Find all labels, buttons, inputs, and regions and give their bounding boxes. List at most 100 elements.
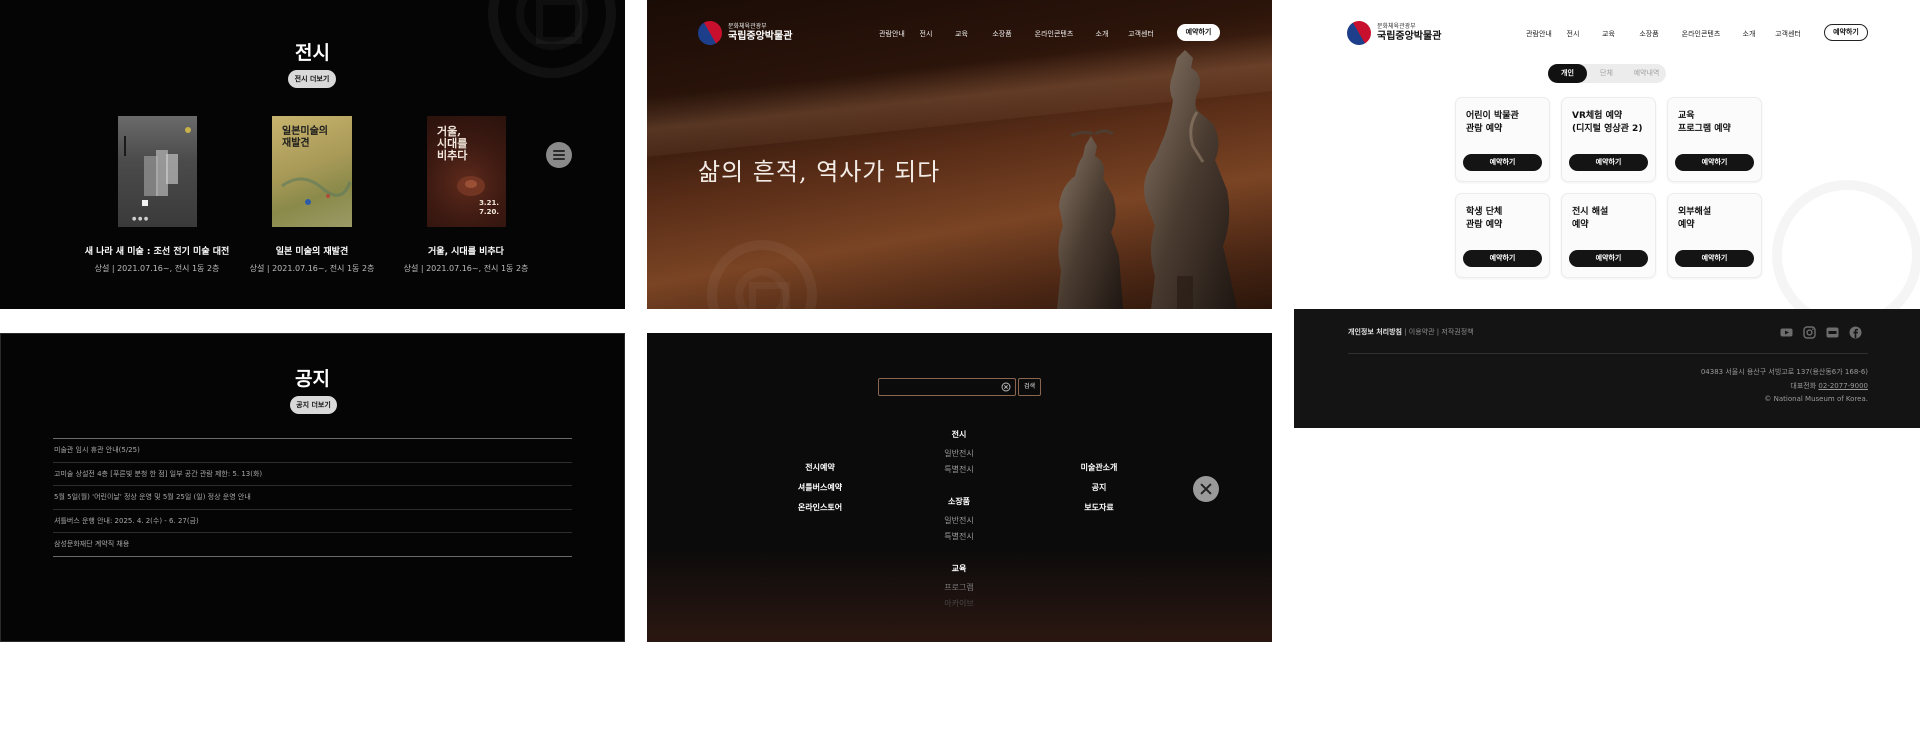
exhibition-item-meta: 상설 | 2021.07.16~, 전시 1동 2층 — [249, 264, 375, 273]
reserve-button[interactable]: 예약하기 — [1177, 24, 1220, 41]
menu-heading-education[interactable]: 교육 — [899, 563, 1019, 574]
menu-subitem[interactable]: 프로그램 — [899, 582, 1019, 593]
phone-link[interactable]: 02-2077-9000 — [1818, 382, 1868, 390]
exhibition-poster[interactable]: ● ● ● — [118, 116, 197, 227]
close-menu-button[interactable] — [1193, 476, 1219, 502]
tab-history[interactable]: 예약내역 — [1627, 64, 1666, 83]
museum-logo-icon — [1342, 16, 1376, 50]
exhibition-item-title[interactable]: 거울, 시대를 비추다 — [391, 244, 541, 257]
logo-ministry: 문화체육관광부 — [1377, 23, 1416, 30]
menu-subitem[interactable]: 일반전시 — [899, 448, 1019, 459]
nav-item[interactable]: 관람안내 — [1518, 29, 1560, 39]
nav-item[interactable]: 고객센터 — [1116, 29, 1166, 39]
reserve-button[interactable]: 예약하기 — [1824, 24, 1868, 41]
notice-item[interactable]: 5월 5일(월) '어린이날' 정상 운영 및 5월 25일 (일) 정상 운영… — [53, 486, 572, 510]
footer-links: 개인정보 처리방침 | 이용약관 | 저작권정책 — [1348, 327, 1474, 337]
privacy-link[interactable]: 개인정보 처리방침 — [1348, 328, 1402, 336]
nav-item[interactable]: 교육 — [939, 29, 984, 39]
footer-address: 04383 서울시 용산구 서빙고로 137(용산동6가 168-6) — [1700, 368, 1868, 376]
nav-item[interactable]: 소장품 — [1631, 29, 1667, 39]
search-button[interactable]: 검색 — [1018, 378, 1041, 396]
notice-item[interactable]: 고미술 상설전 4층 [푸른빛 분청 한 점] 일부 공간 관람 제한: 5. … — [53, 463, 572, 486]
reservation-card: 교육 프로그램 예약 예약하기 — [1667, 97, 1762, 182]
nav-item[interactable]: 소장품 — [984, 29, 1020, 39]
reservation-card: 어린이 박물관 관람 예약 예약하기 — [1455, 97, 1550, 182]
notice-more-button[interactable]: 공지 더보기 — [290, 396, 337, 414]
exhibition-item-title[interactable]: 새 나라 새 미술 : 조선 전기 미술 대전 — [82, 244, 232, 257]
svg-text:● ● ●: ● ● ● — [132, 216, 149, 222]
reserve-card-button[interactable]: 예약하기 — [1675, 154, 1754, 171]
exhibition-item-title[interactable]: 일본 미술의 재발견 — [237, 244, 387, 257]
footer-copyright: © National Museum of Korea. — [1764, 395, 1868, 403]
tab-group[interactable]: 단체 — [1587, 64, 1626, 83]
reserve-card-button[interactable]: 예약하기 — [1463, 154, 1542, 171]
notice-list: 미술관 임시 휴관 안내(5/25) 고미술 상설전 4층 [푸른빛 분청 한 … — [53, 438, 572, 557]
reserve-card-button[interactable]: 예약하기 — [1569, 250, 1648, 267]
hero-section: 문화체육관광부 국립중앙박물관 관람안내 전시 교육 소장품 온라인콘텐츠 소개… — [647, 0, 1272, 309]
nav-item[interactable]: 온라인콘텐츠 — [1020, 29, 1088, 39]
site-logo[interactable]: 문화체육관광부 국립중앙박물관 — [1342, 16, 1441, 50]
menu-subitem[interactable]: 특별전시 — [899, 464, 1019, 475]
hamburger-icon — [553, 150, 565, 152]
exhibition-item-meta: 상설 | 2021.07.16~, 전시 1동 2층 — [403, 264, 529, 273]
nav-item[interactable]: 관람안내 — [871, 29, 913, 39]
exhibition-more-button[interactable]: 전시 더보기 — [288, 70, 336, 88]
search-input[interactable] — [878, 378, 1016, 396]
reserve-card-button[interactable]: 예약하기 — [1463, 250, 1542, 267]
nav-item[interactable]: 소개 — [1088, 29, 1116, 39]
nav-item[interactable]: 고객센터 — [1763, 29, 1813, 39]
footer-divider — [1348, 353, 1868, 354]
buddha-statue-image — [1057, 50, 1237, 309]
notice-item[interactable]: 삼성문화재단 계약직 채용 — [53, 533, 572, 557]
nav-item[interactable]: 전시 — [1560, 29, 1586, 39]
reserve-card-button[interactable]: 예약하기 — [1569, 154, 1648, 171]
instagram-icon[interactable] — [1803, 326, 1816, 339]
notice-title: 공지 — [295, 368, 330, 390]
tab-individual[interactable]: 개인 — [1548, 64, 1587, 83]
menu-toggle-button[interactable] — [546, 142, 572, 168]
reservation-card: 학생 단체 관람 예약 예약하기 — [1455, 193, 1550, 278]
nav-item[interactable]: 소개 — [1735, 29, 1763, 39]
reservation-section: 문화체육관광부 국립중앙박물관 관람안내 전시 교육 소장품 온라인콘텐츠 소개… — [1294, 0, 1920, 309]
youtube-icon[interactable] — [1780, 326, 1793, 339]
exhibition-item-meta: 상설 | 2021.07.16~, 전시 1동 2층 — [94, 264, 220, 273]
menu-subitem[interactable]: 특별전시 — [899, 531, 1019, 542]
reservation-card-title: VR체험 예약 (디지털 영상관 2) — [1572, 111, 1643, 134]
menu-subitem[interactable]: 일반전시 — [899, 515, 1019, 526]
reservation-card: VR체험 예약 (디지털 영상관 2) 예약하기 — [1561, 97, 1656, 182]
notice-item[interactable]: 셔틀버스 운행 안내: 2025. 4. 2(수) - 6. 27(금) — [53, 510, 572, 533]
terms-link[interactable]: 이용약관 — [1409, 328, 1435, 336]
menu-heading-collection[interactable]: 소장품 — [899, 496, 1019, 507]
nav-item[interactable]: 교육 — [1586, 29, 1631, 39]
reserve-card-button[interactable]: 예약하기 — [1675, 250, 1754, 267]
menu-subitem[interactable]: 아카이브 — [899, 598, 1019, 609]
clear-search-icon[interactable] — [1001, 382, 1011, 392]
poster-date: 3.21. 7.20. — [479, 199, 499, 216]
menu-link[interactable]: 셔틀버스예약 — [760, 482, 880, 493]
hero-headline: 삶의 흔적, 역사가 되다 — [698, 158, 941, 186]
blog-icon[interactable] — [1826, 326, 1839, 339]
menu-heading-exhibition[interactable]: 전시 — [899, 429, 1019, 440]
nav-item[interactable]: 전시 — [913, 29, 939, 39]
nav-item[interactable]: 온라인콘텐츠 — [1667, 29, 1735, 39]
menu-link[interactable]: 미술관소개 — [1039, 462, 1159, 473]
main-nav: 관람안내 전시 교육 소장품 온라인콘텐츠 소개 고객센터 — [871, 29, 1166, 39]
menu-link[interactable]: 보도자료 — [1039, 502, 1159, 513]
notice-item[interactable]: 미술관 임시 휴관 안내(5/25) — [53, 439, 572, 463]
reservation-card-title: 전시 해설 예약 — [1572, 207, 1609, 230]
seal-watermark-icon — [707, 240, 817, 309]
site-logo[interactable]: 문화체육관광부 국립중앙박물관 — [693, 16, 792, 50]
reservation-card-title: 교육 프로그램 예약 — [1678, 111, 1731, 134]
menu-link[interactable]: 전시예약 — [760, 462, 880, 473]
footer-phone-line: 대표전화 02-2077-9000 — [1790, 381, 1868, 391]
reservation-card-title: 학생 단체 관람 예약 — [1466, 207, 1503, 230]
exhibition-section: 전시 전시 더보기 ● ● ● 일본미술의 재발견 거울, 시대를 비추다 3.… — [0, 0, 625, 309]
exhibition-poster[interactable]: 거울, 시대를 비추다 3.21. 7.20. — [427, 116, 506, 227]
copyright-policy-link[interactable]: 저작권정책 — [1441, 328, 1473, 336]
menu-link[interactable]: 온라인스토어 — [760, 502, 880, 513]
menu-link[interactable]: 공지 — [1039, 482, 1159, 493]
facebook-icon[interactable] — [1849, 326, 1862, 339]
museum-logo-icon — [693, 16, 727, 50]
hamburger-icon-bar — [553, 154, 565, 156]
exhibition-poster[interactable]: 일본미술의 재발견 — [272, 116, 352, 227]
